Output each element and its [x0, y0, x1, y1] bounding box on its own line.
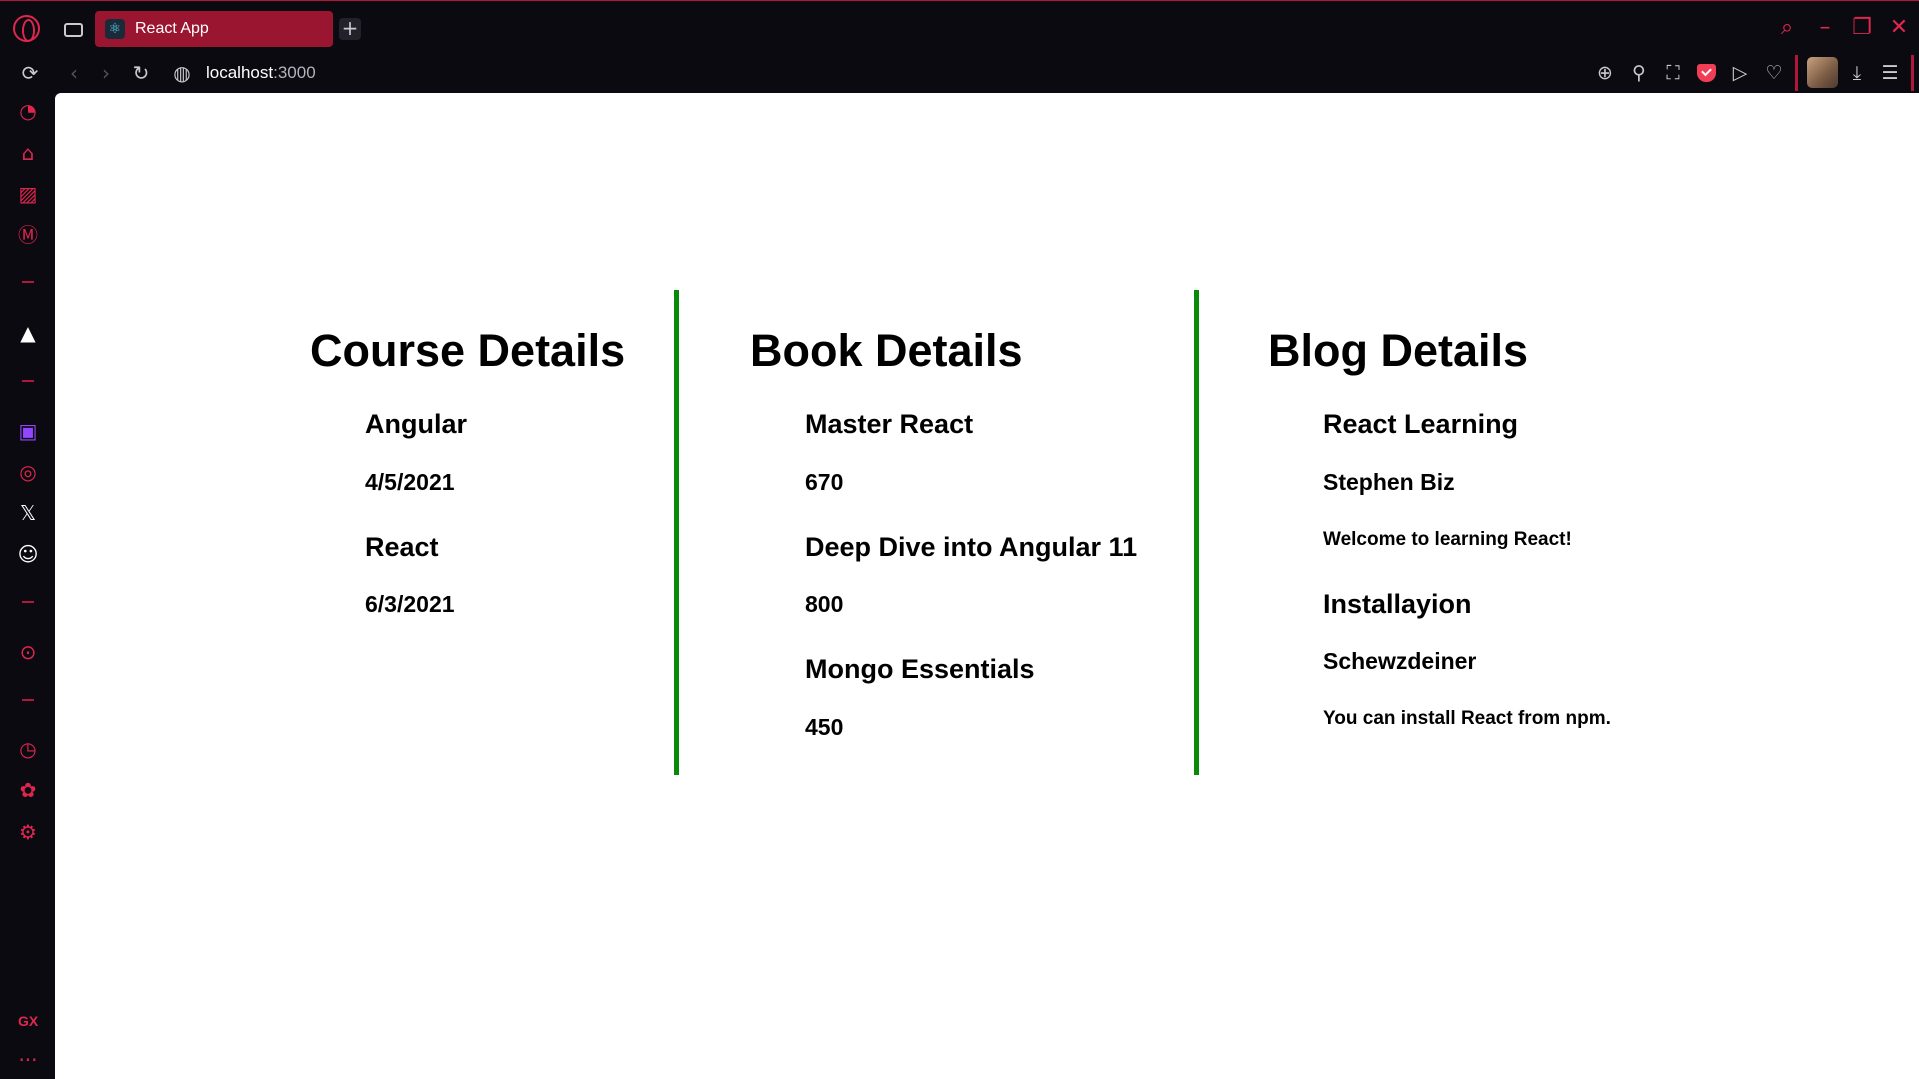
column-divider: [674, 290, 679, 775]
course-name: React: [365, 532, 439, 562]
url-field[interactable]: localhost:3000: [206, 59, 316, 87]
sidebar: ◔ ⌂ ▨ Ⓜ ▲ ▣ ◎ 𝕏 ☺ ⊙ ◷ ✿ ⚙ GX ···: [0, 93, 55, 1079]
book-price: 800: [805, 591, 844, 617]
player-sidebar-icon[interactable]: ⊙: [16, 640, 40, 664]
history-icon[interactable]: ◷: [16, 737, 40, 761]
column-divider: [1194, 290, 1199, 775]
sidebar-separator: [22, 699, 34, 701]
book-name: Deep Dive into Angular 11: [805, 532, 1138, 562]
settings-icon[interactable]: ⚙: [16, 820, 40, 844]
reload-button[interactable]: ↻: [127, 59, 155, 87]
toolbar-edge: [1911, 55, 1914, 91]
blog-title: React Learning: [1323, 409, 1519, 439]
book-details-heading: Book Details: [750, 325, 1023, 376]
player-icon[interactable]: ▷: [1726, 59, 1754, 87]
snapshot-icon[interactable]: ⛶: [1659, 59, 1687, 87]
pocket-icon[interactable]: [1697, 64, 1716, 82]
book-price: 670: [805, 469, 844, 495]
gx-cleaner-icon[interactable]: ⌂: [16, 141, 40, 165]
forward-button[interactable]: ›: [92, 59, 120, 87]
page-viewport: Course Details Angular 4/5/2021 React 6/…: [55, 93, 1919, 1079]
tab-bar: ⚛ React App + ⌕ – ❐ ✕: [0, 0, 1919, 55]
sidebar-separator: [22, 281, 34, 283]
book-details-section: Book Details: [750, 328, 1023, 373]
blog-title: Installayion: [1323, 589, 1472, 619]
new-tab-button[interactable]: +: [339, 18, 361, 40]
sidebar-separator: [22, 380, 34, 382]
minimize-button[interactable]: –: [1810, 13, 1840, 43]
restore-button[interactable]: ❐: [1847, 13, 1877, 43]
course-date: 4/5/2021: [365, 469, 455, 495]
course-date: 6/3/2021: [365, 591, 455, 617]
twitch-icon[interactable]: ▣: [16, 419, 40, 443]
extensions-icon[interactable]: ✿: [16, 778, 40, 802]
course-details-heading: Course Details: [310, 325, 626, 376]
url-host: localhost: [206, 63, 274, 82]
x-twitter-icon[interactable]: 𝕏: [16, 501, 40, 525]
blog-details-section: Blog Details: [1268, 328, 1528, 373]
book-name: Mongo Essentials: [805, 654, 1035, 684]
address-bar: ⟳ ‹ › ↻ ◍ localhost:3000 ⊕ ⚲ ⛶ ▷ ♡ ⤓ ☰: [0, 55, 1919, 93]
blog-details-heading: Blog Details: [1268, 325, 1529, 376]
globe-icon[interactable]: ◍: [168, 59, 196, 87]
toolbar-divider: [1795, 55, 1798, 91]
aria-ai-icon[interactable]: ▲: [16, 321, 40, 345]
tab-island-icon[interactable]: [64, 23, 83, 37]
pin-icon[interactable]: ⚲: [1625, 59, 1653, 87]
sidebar-separator: [22, 601, 34, 603]
zoom-icon[interactable]: ⊕: [1591, 59, 1619, 87]
blog-content: You can install React from npm.: [1323, 708, 1611, 729]
close-window-button[interactable]: ✕: [1884, 13, 1914, 43]
blog-author: Schewzdeiner: [1323, 648, 1477, 674]
tab-active[interactable]: ⚛ React App: [95, 11, 333, 47]
tab-title: React App: [135, 20, 209, 37]
course-details-section: Course Details: [310, 328, 625, 373]
blog-author: Stephen Biz: [1323, 469, 1455, 495]
favorites-icon[interactable]: ♡: [1760, 59, 1788, 87]
browser-logo-icon[interactable]: [13, 15, 40, 42]
download-icon[interactable]: ⤓: [1843, 59, 1871, 87]
course-name: Angular: [365, 409, 468, 439]
url-port: :3000: [273, 63, 316, 82]
search-tabs-icon[interactable]: ⌕: [1772, 13, 1802, 43]
more-icon[interactable]: ···: [16, 1048, 40, 1072]
gx-corner-icon[interactable]: ▨: [16, 182, 40, 206]
easy-setup-icon[interactable]: ☰: [1876, 59, 1904, 87]
profile-avatar[interactable]: [1807, 57, 1838, 88]
blog-content: Welcome to learning React!: [1323, 529, 1572, 550]
sync-icon[interactable]: ⟳: [16, 59, 44, 87]
book-name: Master React: [805, 409, 974, 439]
gx-badge[interactable]: GX: [18, 1013, 38, 1029]
discord-icon[interactable]: ☺: [16, 542, 40, 566]
book-price: 450: [805, 714, 844, 740]
react-favicon-icon: ⚛: [105, 19, 125, 39]
music-player-icon[interactable]: Ⓜ: [16, 223, 40, 247]
back-button[interactable]: ‹: [60, 59, 88, 87]
gx-control-icon[interactable]: ◔: [16, 99, 40, 123]
instagram-icon[interactable]: ◎: [16, 460, 40, 484]
